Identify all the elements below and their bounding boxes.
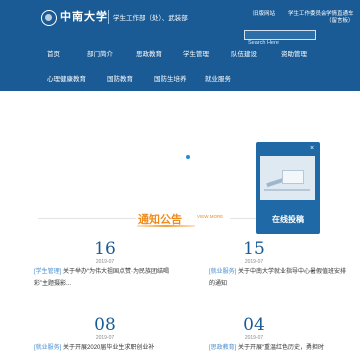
desk-shape: [264, 189, 310, 191]
news-day: 16: [94, 239, 116, 259]
news-title[interactable]: [思政教育] 关于开展“重温红色历史，勇担时: [209, 342, 347, 354]
nav-about[interactable]: 部门简介: [87, 48, 113, 58]
news-tag[interactable]: [学生管理]: [34, 269, 61, 275]
search-box[interactable]: [244, 30, 316, 47]
news-title-text[interactable]: 关于开展2020届毕业生求职创业补: [63, 345, 154, 351]
nav-ideology[interactable]: 思政教育: [136, 48, 162, 58]
old-site-link[interactable]: 旧版网站: [253, 11, 275, 18]
department-name: 学生工作部（处）、武装部: [113, 15, 188, 22]
nav-mental-health[interactable]: 心理健康教育: [47, 73, 86, 83]
site-header: 中南大学 学生工作部（处）、武装部 旧版网站 学生工作委员会 学情直通车（留言板…: [0, 0, 360, 91]
news-day: 08: [94, 315, 116, 335]
section-divider-left: [38, 218, 136, 219]
news-month: 2019-07: [95, 335, 115, 341]
submission-label[interactable]: 在线投稿: [256, 214, 320, 225]
nav-defense-students[interactable]: 国防生培养: [154, 73, 187, 83]
nav-employment[interactable]: 就业服务: [205, 73, 231, 83]
logo-divider: [108, 10, 109, 24]
section-divider-right: [230, 218, 256, 219]
message-board-link[interactable]: 学情直通车（留言板）: [326, 11, 356, 25]
news-title[interactable]: [学生管理] 关于举办“为伟大祖国点赞·为民族团结喝彩”主题摄影...: [34, 266, 172, 290]
nav-student-management[interactable]: 学生管理: [183, 48, 209, 58]
university-seal-logo[interactable]: [41, 10, 57, 26]
student-committee-link[interactable]: 学生工作委员会: [288, 11, 327, 18]
nav-home[interactable]: 首页: [47, 48, 60, 58]
paper-shape: [282, 170, 304, 184]
news-title-text[interactable]: 关于开展“重温红色历史，勇担时: [238, 345, 324, 351]
news-day: 15: [243, 239, 265, 259]
news-month: 2019-07: [95, 259, 115, 265]
submission-illustration: [260, 156, 315, 200]
news-month: 2019-07: [244, 259, 264, 265]
university-name[interactable]: 中南大学: [60, 8, 108, 24]
section-underline: [137, 225, 195, 227]
news-title[interactable]: [就业服务] 关于中南大学就业指导中心暑假值班安排的通知: [209, 266, 347, 290]
close-icon[interactable]: ×: [310, 145, 314, 152]
news-title[interactable]: [就业服务] 关于开展2020届毕业生求职创业补: [34, 342, 172, 354]
nav-defense-education[interactable]: 国防教育: [107, 73, 133, 83]
loading-dot: [186, 155, 190, 159]
news-month: 2019-07: [244, 335, 264, 341]
nav-financial-aid[interactable]: 资助管理: [281, 48, 307, 58]
nav-team-building[interactable]: 队伍建设: [231, 48, 257, 58]
view-more-link[interactable]: VIEW MORE: [197, 214, 223, 219]
news-tag[interactable]: [思政教育]: [209, 345, 236, 351]
news-tag[interactable]: [就业服务]: [34, 345, 61, 351]
search-input[interactable]: [245, 39, 315, 47]
news-tag[interactable]: [就业服务]: [209, 269, 236, 275]
news-day: 04: [243, 315, 265, 335]
